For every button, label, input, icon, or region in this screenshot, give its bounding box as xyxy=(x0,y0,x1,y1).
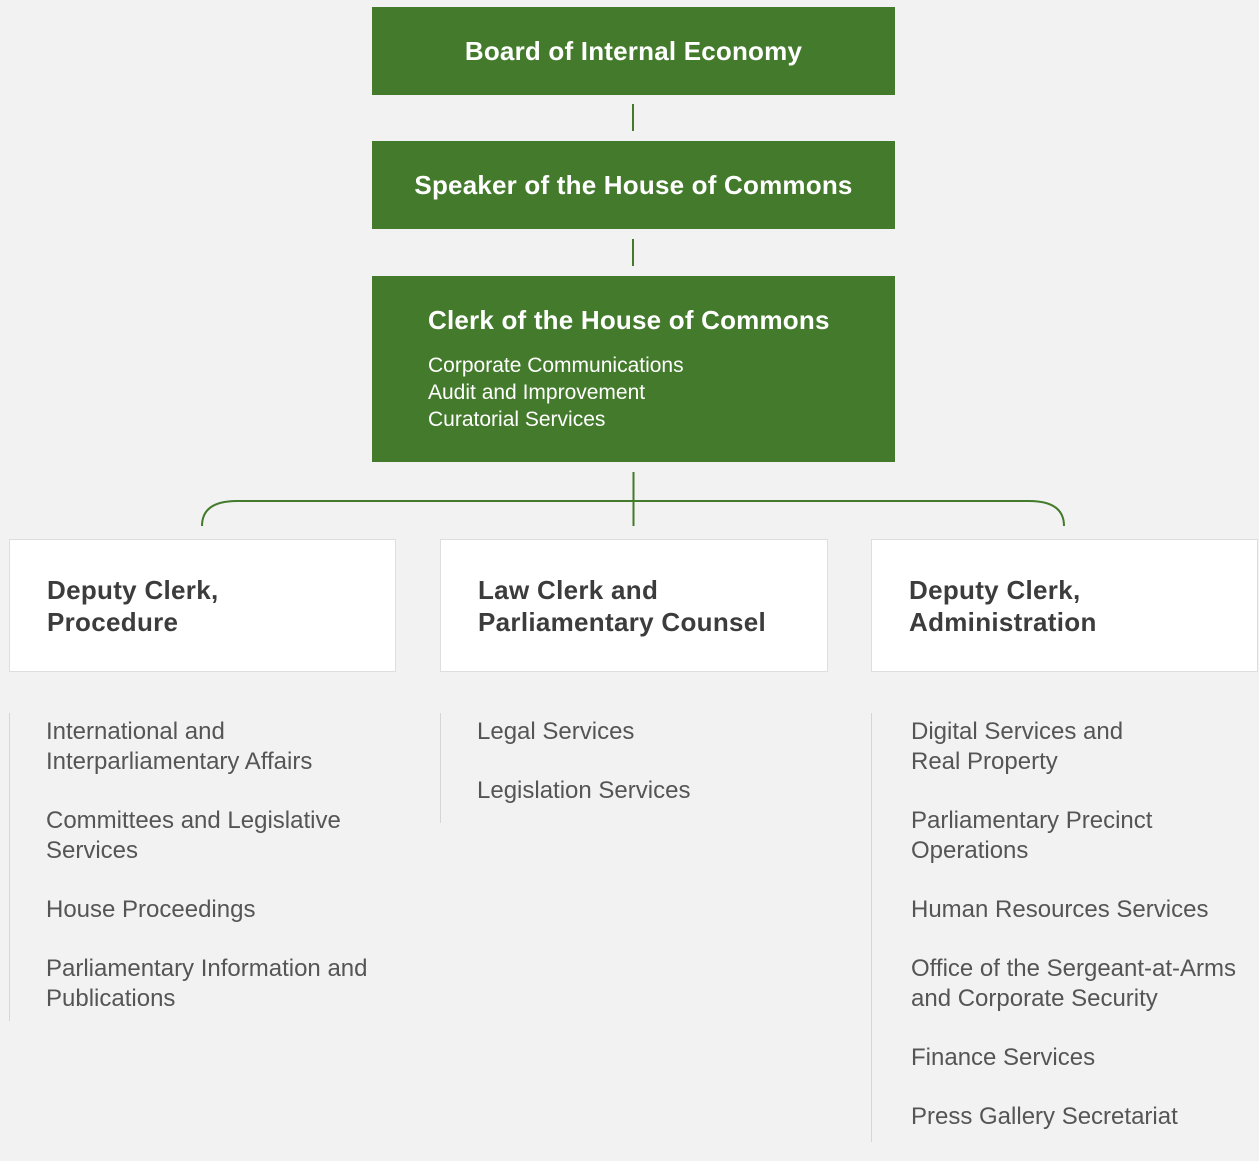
deputy-clerk-procedure-box: Deputy Clerk, Procedure xyxy=(9,539,396,672)
list-item: Human Resources Services xyxy=(911,895,1256,925)
list-item-line: Operations xyxy=(911,837,1029,864)
deputy-clerk-administration-box: Deputy Clerk, Administration xyxy=(871,539,1258,672)
connector-speaker-clerk xyxy=(632,239,634,266)
list-item-line: Office of the Sergeant-at-Arms xyxy=(911,955,1237,982)
column-title-line: Deputy Clerk, xyxy=(47,575,219,605)
list-item-line: House Proceedings xyxy=(46,896,256,923)
list-item: Finance Services xyxy=(911,1043,1256,1073)
list-item-line: Interparliamentary Affairs xyxy=(46,748,313,775)
list-item-line: Services xyxy=(46,837,139,864)
list-item: Parliamentary Information and Publicatio… xyxy=(46,954,426,1014)
board-of-internal-economy-box: Board of Internal Economy xyxy=(372,7,895,95)
column-divider xyxy=(440,713,441,823)
clerk-unit: Audit and Improvement xyxy=(428,381,646,404)
clerk-box: Clerk of the House of Commons Corporate … xyxy=(372,276,895,462)
clerk-unit: Corporate Communications xyxy=(428,354,684,377)
list-item: Office of the Sergeant-at-Arms and Corpo… xyxy=(911,954,1256,1014)
list-item-line: Parliamentary Precinct xyxy=(911,807,1153,834)
list-item-line: Real Property xyxy=(911,748,1058,775)
list-item-line: International and xyxy=(46,718,225,745)
law-clerk-box: Law Clerk and Parliamentary Counsel xyxy=(440,539,828,672)
column-title-line: Deputy Clerk, xyxy=(909,575,1081,605)
list-item: Legal Services xyxy=(477,717,837,747)
column-title-line: Administration xyxy=(909,607,1097,637)
column-title-line: Law Clerk and xyxy=(478,575,659,605)
speaker-title: Speaker of the House of Commons xyxy=(414,169,853,200)
board-title: Board of Internal Economy xyxy=(464,35,803,66)
list-item-line: Press Gallery Secretariat xyxy=(911,1103,1178,1130)
list-item-line: Publications xyxy=(46,985,176,1012)
clerk-unit: Curatorial Services xyxy=(428,408,606,431)
list-item: Legislation Services xyxy=(477,776,837,806)
list-item-line: Legal Services xyxy=(477,718,635,745)
law-clerk-units-list: Legal Services Legislation Services xyxy=(477,717,837,835)
list-item-line: Committees and Legislative xyxy=(46,807,341,834)
list-item: Digital Services and Real Property xyxy=(911,717,1256,777)
list-item: Press Gallery Secretariat xyxy=(911,1102,1256,1132)
administration-units-list: Digital Services and Real Property Parli… xyxy=(911,717,1256,1161)
list-item: House Proceedings xyxy=(46,895,426,925)
column-divider xyxy=(871,713,872,1142)
list-item-line: Legislation Services xyxy=(477,777,691,804)
list-item-line: Human Resources Services xyxy=(911,896,1209,923)
list-item: International and Interparliamentary Aff… xyxy=(46,717,426,777)
list-item-line: Digital Services and xyxy=(911,718,1124,745)
list-item: Committees and Legislative Services xyxy=(46,806,426,866)
column-title-line: Procedure xyxy=(47,607,179,637)
speaker-box: Speaker of the House of Commons xyxy=(372,141,895,229)
column-title-line: Parliamentary Counsel xyxy=(478,607,767,637)
column-divider xyxy=(9,713,10,1021)
list-item-line: Finance Services xyxy=(911,1044,1096,1071)
clerk-title: Clerk of the House of Commons xyxy=(428,305,830,335)
list-item-line: Parliamentary Information and xyxy=(46,955,368,982)
connector-board-speaker xyxy=(632,104,634,131)
list-item-line: and Corporate Security xyxy=(911,985,1158,1012)
branch-connector xyxy=(201,472,1065,527)
procedure-units-list: International and Interparliamentary Aff… xyxy=(46,717,426,1043)
list-item: Parliamentary Precinct Operations xyxy=(911,806,1256,866)
